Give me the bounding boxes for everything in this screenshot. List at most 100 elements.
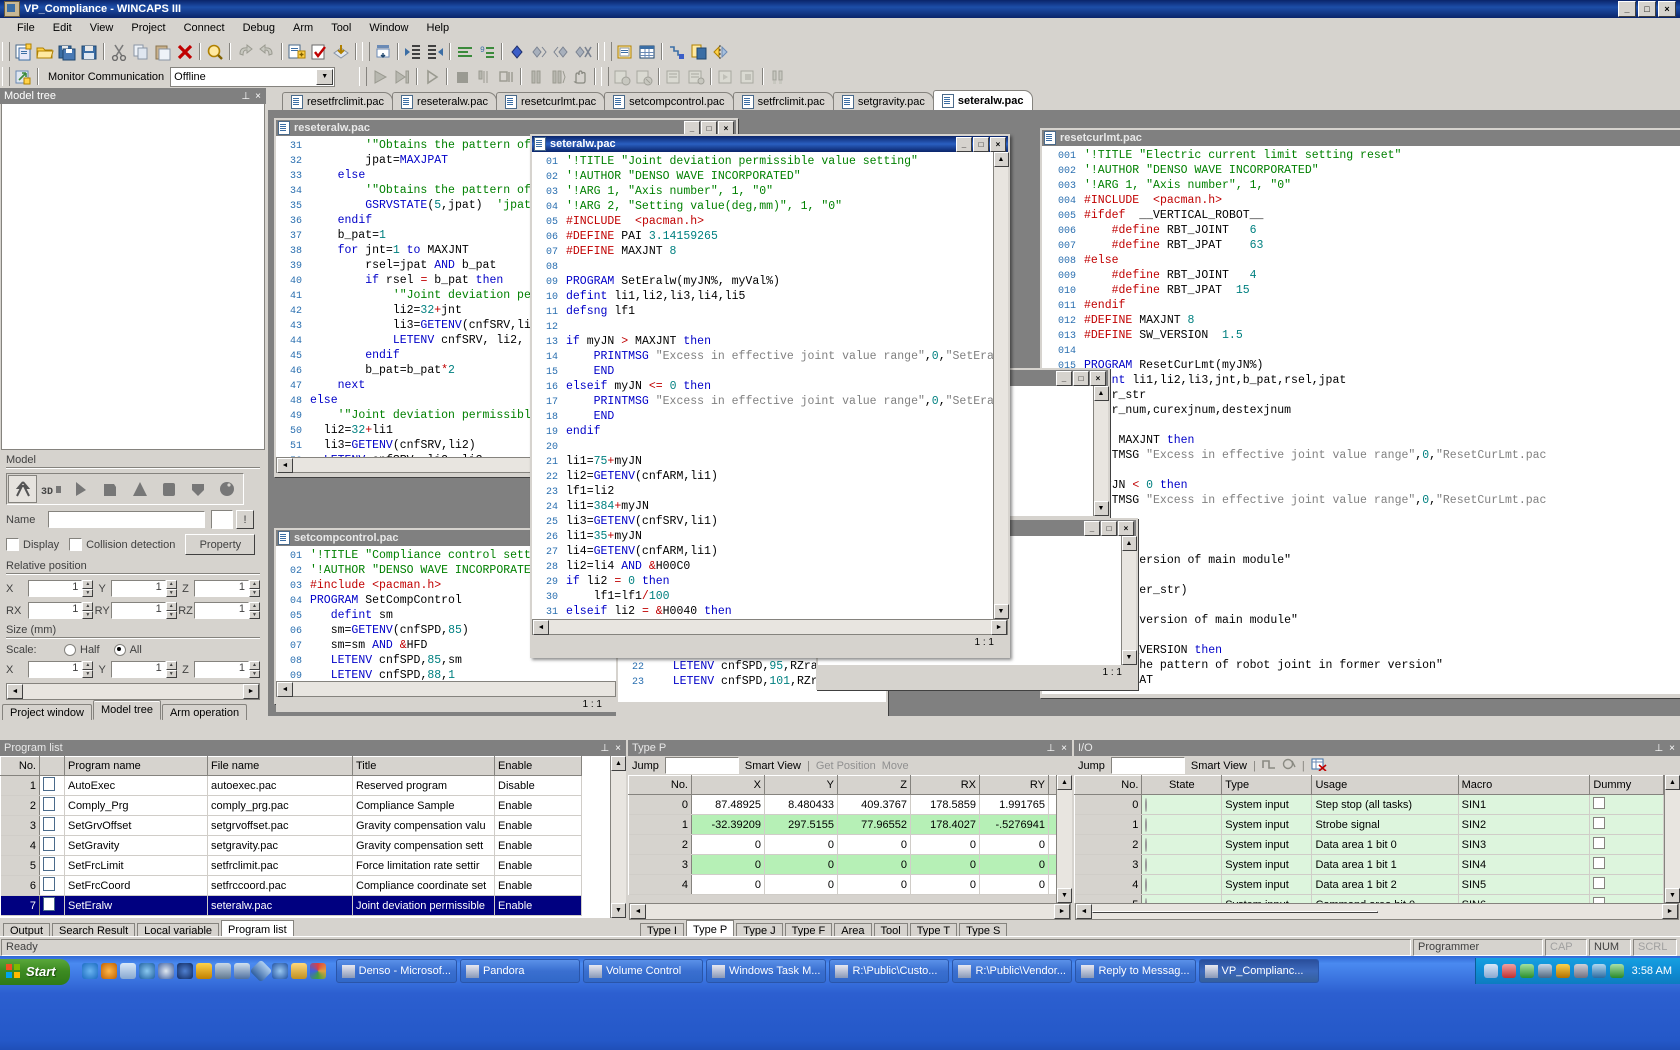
col-no[interactable]: No. [628, 775, 692, 795]
renumber-icon[interactable]: 9 [476, 41, 498, 62]
relative-y-input[interactable]: 1 [111, 580, 166, 597]
table-row[interactable]: 4 System input Data area 1 bit 2 SIN5 [1074, 874, 1664, 895]
maximize-button[interactable]: □ [1638, 1, 1656, 17]
tray-security-icon[interactable] [1609, 964, 1624, 978]
outlook-icon[interactable] [138, 963, 155, 979]
relative-ry-input[interactable]: 1 [111, 602, 166, 619]
cone-shape-icon[interactable] [125, 475, 154, 503]
scroll-down-icon[interactable]: ▼ [993, 604, 1009, 619]
doc-tab-setcompcontrol[interactable]: setcompcontrol.pac [604, 92, 734, 110]
col-z[interactable]: Z [837, 775, 911, 795]
cell-dummy[interactable] [1589, 894, 1664, 903]
connect-icon[interactable] [12, 66, 34, 87]
toolbar-grip-5[interactable] [359, 67, 368, 86]
cell-dummy[interactable] [1589, 834, 1664, 855]
name-browse-button[interactable]: ! [236, 510, 254, 529]
tray-volume-icon[interactable] [1573, 964, 1588, 978]
close-button[interactable]: × [1118, 520, 1134, 536]
variable-list-icon[interactable] [614, 41, 636, 62]
box-shape-icon[interactable] [96, 475, 125, 503]
cell-state[interactable] [1141, 874, 1223, 895]
menu-item-help[interactable]: Help [418, 20, 459, 36]
table-row[interactable]: 0 87.48925 8.480433 409.3767 178.5859 1.99176… [628, 794, 1056, 815]
toolbar-grip-3[interactable] [604, 42, 612, 61]
cylinder-shape-icon[interactable] [154, 475, 183, 503]
doc-tab-setgravity[interactable]: setgravity.pac [832, 92, 934, 110]
taskbar-button[interactable]: Windows Task M... [705, 959, 827, 983]
scale-all-radio[interactable] [113, 644, 126, 656]
table-row[interactable]: 5 SetFrcLimit setfrclimit.pac Force limitat… [0, 855, 582, 876]
doc-tab-setfrclimit[interactable]: setfrclimit.pac [732, 92, 834, 110]
wedge-shape-icon[interactable] [67, 475, 96, 503]
tray-pandora-icon[interactable] [1555, 964, 1570, 978]
taskbar-button[interactable]: Reply to Messag... [1075, 959, 1196, 983]
menu-item-window[interactable]: Window [360, 20, 417, 36]
close-icon[interactable]: × [255, 91, 261, 102]
table-icon[interactable] [636, 41, 658, 62]
media-icon[interactable] [100, 963, 117, 979]
type-p-jump-input[interactable] [664, 757, 739, 774]
menu-item-arm[interactable]: Arm [284, 20, 322, 36]
col-no[interactable]: No. [1074, 775, 1143, 795]
gem-icon[interactable] [271, 963, 288, 979]
chevron-down-icon[interactable]: ▼ [316, 68, 334, 85]
pin-icon[interactable]: ⊥ [1654, 743, 1663, 754]
col-title[interactable]: Title [352, 756, 495, 776]
name-input[interactable] [48, 511, 205, 528]
palette-icon[interactable] [309, 963, 326, 979]
table-row[interactable]: 1 System input Strobe signal SIN2 [1074, 814, 1664, 835]
delete-icon[interactable] [174, 41, 196, 62]
table-row[interactable]: 1 AutoExec autoexec.pac Reserved program Dis… [0, 775, 582, 796]
menu-item-connect[interactable]: Connect [175, 20, 234, 36]
taskbar-button[interactable]: Denso - Microsof... [335, 959, 457, 983]
maximize-button[interactable]: □ [1073, 370, 1089, 386]
scroll-right-icon[interactable]: ► [1054, 904, 1070, 919]
pin-icon[interactable]: ⊥ [241, 91, 250, 102]
col-rz[interactable]: RZ [1048, 775, 1056, 795]
vscrollbar[interactable]: ▲ ▼ [993, 152, 1009, 619]
minimize-button[interactable]: _ [1084, 520, 1100, 536]
vscrollbar[interactable]: ▲ ▼ [1093, 386, 1109, 516]
cell-state[interactable] [1141, 794, 1223, 815]
cell-state[interactable] [1141, 834, 1223, 855]
diamond-icon[interactable] [249, 959, 272, 983]
close-button[interactable]: × [1090, 370, 1106, 386]
robot-model-icon[interactable] [8, 475, 38, 503]
col-y[interactable]: Y [764, 775, 838, 795]
table-row[interactable]: 3 System input Data area 1 bit 1 SIN4 [1074, 854, 1664, 875]
io-hscrollbar[interactable]: ◄ ► [1075, 903, 1679, 920]
pin-icon[interactable]: ⊥ [600, 743, 609, 754]
table-row[interactable]: 2 Comply_Prg comply_prg.pac Compliance Samp… [0, 795, 582, 816]
relative-rx-input[interactable]: 1 [27, 602, 83, 619]
io-clear-icon[interactable] [1311, 758, 1327, 774]
col-file-name[interactable]: File name [207, 756, 353, 776]
col-icon[interactable] [39, 756, 65, 776]
code-area-seteralw[interactable]: 01 '!TITLE "Joint deviation permissible v… [532, 152, 993, 619]
scroll-down-icon[interactable]: ▼ [1057, 888, 1072, 903]
tray-network-icon[interactable] [1483, 964, 1498, 978]
type-p-get-position-button[interactable]: Get Position [816, 760, 876, 772]
tray-display-icon[interactable] [1537, 964, 1552, 978]
minimize-button[interactable]: _ [1056, 370, 1072, 386]
relative-rx-stepper[interactable]: ▲ ▼ [82, 602, 94, 619]
toolbar-grip-4[interactable] [2, 67, 10, 86]
start-button[interactable]: Start [0, 958, 70, 985]
maximize-button[interactable]: □ [973, 136, 989, 152]
minimize-button[interactable]: _ [956, 136, 972, 152]
type-p-hscrollbar[interactable]: ◄ ► [629, 903, 1071, 920]
open-folder-icon[interactable] [34, 41, 56, 62]
table-row[interactable]: 6 SetFrcCoord setfrccoord.pac Compliance co… [0, 875, 582, 896]
tray-antivirus-icon[interactable] [1501, 964, 1516, 978]
table-row[interactable]: 2 System input Data area 1 bit 0 SIN3 [1074, 834, 1664, 855]
disc-icon[interactable] [157, 963, 174, 979]
tab-project-window[interactable]: Project window [2, 704, 92, 720]
folder-icon[interactable] [290, 963, 307, 979]
col-no[interactable]: No. [0, 756, 40, 776]
redo-icon[interactable] [256, 41, 278, 62]
type-p-table[interactable]: No. X Y Z RX RY RZ 087.489258.480433409.… [628, 775, 1056, 895]
scroll-up-icon[interactable]: ▲ [1121, 536, 1137, 551]
relative-y-stepper[interactable]: ▲ ▼ [165, 580, 177, 597]
close-icon[interactable]: × [1061, 743, 1067, 754]
scroll-right-icon[interactable]: ► [991, 619, 1007, 635]
sync-icon[interactable] [233, 963, 250, 979]
